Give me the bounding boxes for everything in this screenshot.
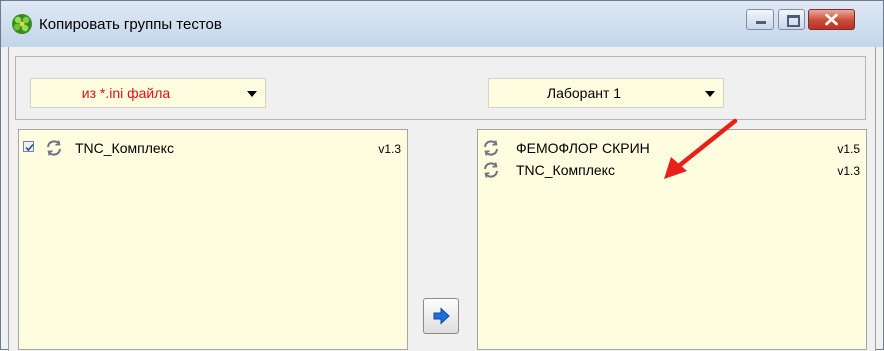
green-bead-icon: [12, 14, 32, 34]
refresh-icon: [484, 140, 498, 156]
refresh-icon: [484, 162, 498, 178]
chevron-down-icon: [247, 91, 257, 97]
minimize-button[interactable]: [746, 9, 774, 30]
item-version: v1.3: [837, 164, 860, 178]
list-item[interactable]: ФЕМОФЛОР СКРИН v1.5: [478, 134, 866, 156]
target-dropdown[interactable]: Лаборант 1: [488, 78, 724, 108]
maximize-icon: [787, 15, 800, 27]
copy-to-right-button[interactable]: [423, 298, 459, 334]
maximize-button[interactable]: [778, 9, 805, 30]
list-item[interactable]: TNC_Комплекс v1.3: [478, 156, 866, 178]
item-name: ФЕМОФЛОР СКРИН: [516, 140, 650, 156]
close-button[interactable]: [808, 9, 855, 30]
source-test-group-list[interactable]: TNC_Комплекс v1.3: [18, 129, 408, 350]
target-test-group-list[interactable]: ФЕМОФЛОР СКРИН v1.5 TNC_Комплекс v1.3: [477, 129, 867, 350]
window-title: Копировать группы тестов: [39, 16, 222, 33]
refresh-icon: [47, 140, 61, 156]
source-dropdown[interactable]: из *.ini файла: [30, 78, 266, 108]
item-version: v1.5: [837, 142, 860, 156]
item-name: TNC_Комплекс: [75, 140, 174, 156]
source-dropdown-value: из *.ini файла: [81, 85, 171, 101]
title-bar[interactable]: Копировать группы тестов: [1, 1, 883, 47]
item-name: TNC_Комплекс: [516, 162, 615, 178]
checkmark-icon: [25, 143, 34, 152]
list-item[interactable]: TNC_Комплекс v1.3: [19, 134, 407, 156]
target-dropdown-value: Лаборант 1: [546, 85, 622, 101]
minimize-icon: [756, 21, 766, 24]
item-version: v1.3: [378, 142, 401, 156]
arrow-right-icon: [433, 307, 450, 325]
chevron-down-icon: [705, 91, 715, 97]
close-icon: [825, 13, 838, 26]
item-checkbox[interactable]: [23, 141, 34, 152]
